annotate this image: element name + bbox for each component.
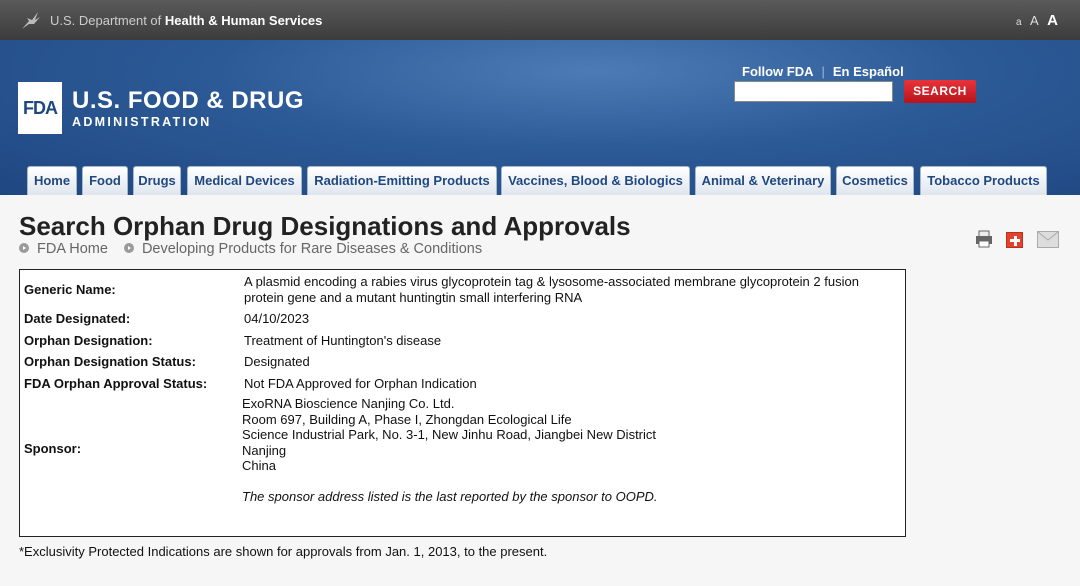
breadcrumb-label: Developing Products for Rare Diseases & …	[141, 241, 483, 257]
utility-separator: |	[821, 64, 825, 79]
breadcrumb-item-rare-diseases[interactable]: Developing Products for Rare Diseases & …	[123, 241, 483, 257]
fda-title[interactable]: U.S. FOOD & DRUG	[72, 87, 304, 115]
share-plus-icon[interactable]	[1006, 232, 1023, 248]
fda-logo[interactable]: FDA	[18, 82, 62, 134]
tab-vaccines-blood-biologics[interactable]: Vaccines, Blood & Biologics	[501, 166, 690, 195]
tab-radiation-emitting-products[interactable]: Radiation-Emitting Products	[307, 166, 497, 195]
designation-status-label: Orphan Designation Status:	[24, 354, 196, 369]
font-large-button[interactable]: A	[1047, 12, 1058, 29]
sponsor-line: Nanjing	[242, 442, 287, 458]
sponsor-address: ExoRNA Bioscience Nanjing Co. Ltd. Room …	[242, 396, 658, 504]
sponsor-note: The sponsor address listed is the last r…	[242, 488, 658, 504]
sponsor-label: Sponsor:	[24, 441, 82, 456]
sponsor-line: Science Industrial Park, No. 3-1, New Ji…	[242, 427, 657, 442]
approval-status-label: FDA Orphan Approval Status:	[24, 376, 208, 391]
tab-medical-devices[interactable]: Medical Devices	[187, 166, 302, 195]
sponsor-line: ExoRNA Bioscience Nanjing Co. Ltd.	[242, 396, 455, 411]
tab-cosmetics[interactable]: Cosmetics	[836, 166, 914, 195]
en-espanol-link[interactable]: En Español	[833, 64, 904, 79]
font-small-button[interactable]: a	[1016, 17, 1022, 28]
breadcrumb-label: FDA Home	[37, 241, 108, 257]
fda-header: FDA U.S. FOOD & DRUG ADMINISTRATION Foll…	[0, 40, 1080, 195]
font-medium-button[interactable]: A	[1030, 13, 1039, 28]
generic-name-line: protein gene and a mutant huntingtin sma…	[244, 289, 583, 305]
page-title: Search Orphan Drug Designations and Appr…	[19, 211, 631, 241]
generic-name-label: Generic Name:	[24, 282, 116, 297]
sponsor-line: Room 697, Building A, Phase I, Zhongdan …	[242, 411, 572, 427]
tab-home[interactable]: Home	[27, 166, 77, 195]
follow-fda-link[interactable]: Follow FDA	[742, 64, 814, 79]
date-designated-label: Date Designated:	[24, 311, 131, 326]
designation-detail-table: Generic Name: A plasmid encoding a rabie…	[19, 269, 906, 537]
search-input[interactable]	[734, 81, 893, 102]
fda-subtitle: ADMINISTRATION	[72, 115, 212, 129]
breadcrumb-item-fda-home[interactable]: FDA Home	[19, 241, 108, 257]
email-icon[interactable]	[1037, 231, 1059, 248]
orphan-designation-value: Treatment of Huntington's disease	[244, 333, 442, 348]
hhs-top-bar: U.S. Department of Health & Human Servic…	[0, 0, 1080, 40]
date-designated-value: 04/10/2023	[244, 311, 310, 326]
hhs-prefix: U.S. Department of	[50, 13, 165, 28]
hhs-eagle-icon[interactable]	[20, 9, 42, 31]
generic-name-line: A plasmid encoding a rabies virus glycop…	[244, 274, 859, 289]
exclusivity-footnote: *Exclusivity Protected Indications are s…	[19, 544, 548, 559]
breadcrumb: FDA Home Developing Products for Rare Di…	[19, 241, 494, 257]
search-button[interactable]: SEARCH	[904, 80, 976, 103]
tab-animal-veterinary[interactable]: Animal & Veterinary	[695, 166, 831, 195]
print-icon[interactable]	[975, 230, 993, 248]
generic-name-value: A plasmid encoding a rabies virus glycop…	[244, 274, 859, 305]
bullet-arrow-icon	[123, 243, 134, 254]
hhs-link[interactable]: U.S. Department of Health & Human Servic…	[50, 13, 322, 28]
tab-food[interactable]: Food	[82, 166, 128, 195]
approval-status-value: Not FDA Approved for Orphan Indication	[244, 376, 477, 391]
font-size-controls: a A A	[1012, 12, 1058, 30]
hhs-name: Health & Human Services	[164, 13, 323, 28]
tab-tobacco-products[interactable]: Tobacco Products	[920, 166, 1047, 195]
orphan-designation-label: Orphan Designation:	[24, 333, 153, 348]
designation-status-value: Designated	[244, 354, 310, 369]
sponsor-line: China	[242, 458, 276, 473]
bullet-arrow-icon	[19, 243, 29, 254]
utility-links: Follow FDA | En Español	[742, 64, 904, 79]
tab-drugs[interactable]: Drugs	[133, 166, 181, 195]
